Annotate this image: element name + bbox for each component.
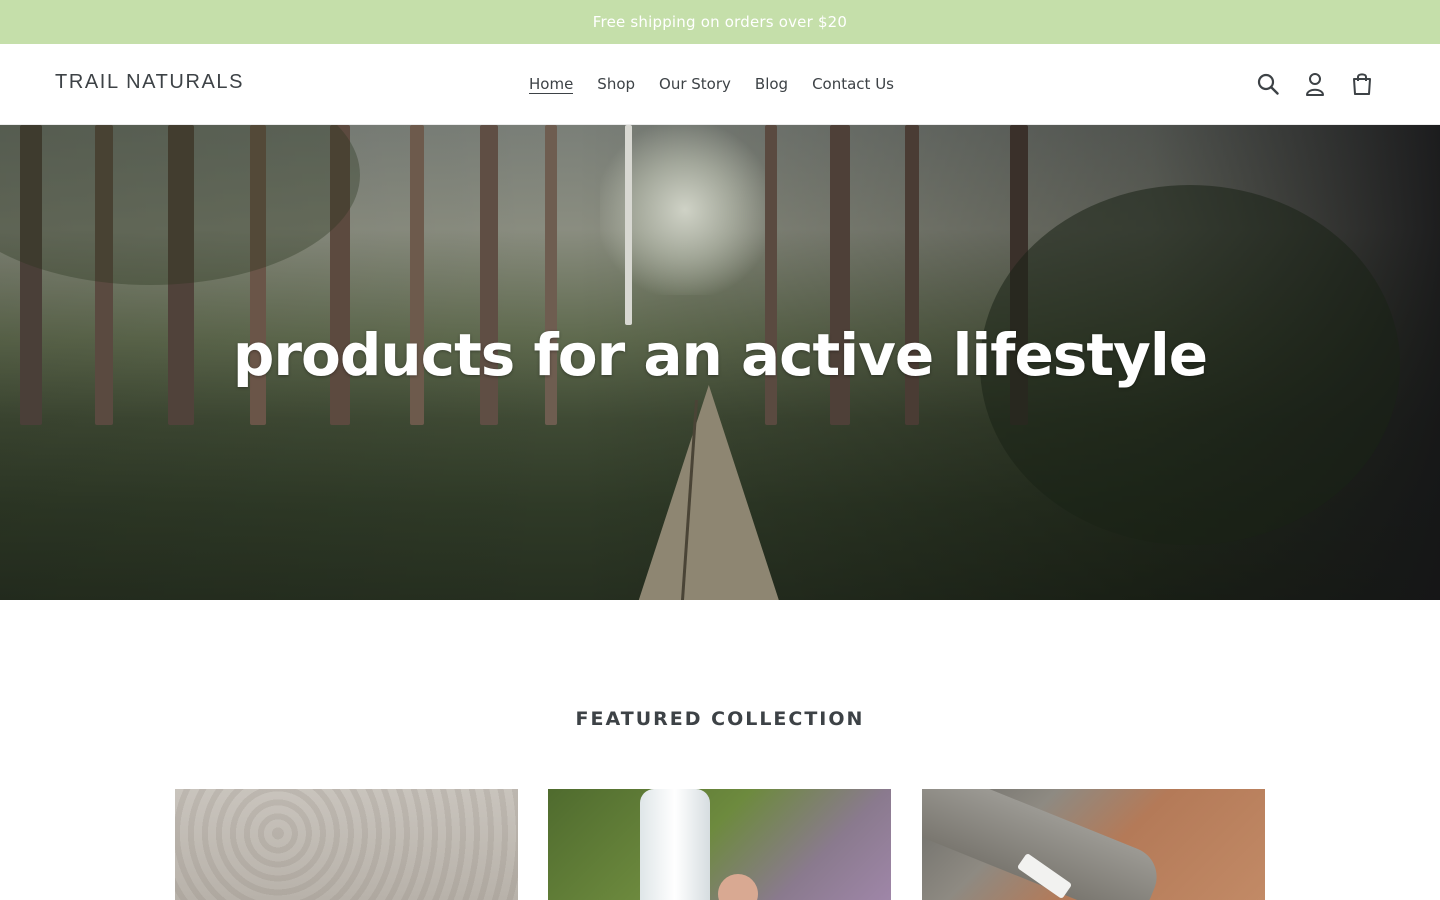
product-card[interactable] bbox=[922, 789, 1265, 900]
main-nav: Home Shop Our Story Blog Contact Us bbox=[517, 73, 906, 95]
nav-item-label: Home bbox=[529, 75, 574, 94]
nav-item-label: Our Story bbox=[659, 75, 731, 93]
header-icons bbox=[1256, 70, 1374, 98]
product-image-detail bbox=[718, 874, 758, 900]
featured-collection-title: FEATURED COLLECTION bbox=[575, 708, 865, 730]
announcement-bar: Free shipping on orders over $20 bbox=[0, 0, 1440, 44]
nav-item-our-story[interactable]: Our Story bbox=[647, 73, 743, 95]
nav-item-shop[interactable]: Shop bbox=[585, 73, 647, 95]
nav-item-contact-us[interactable]: Contact Us bbox=[800, 73, 906, 95]
hero-birch bbox=[625, 125, 632, 325]
nav-item-label: Contact Us bbox=[812, 75, 894, 93]
nav-item-home[interactable]: Home bbox=[517, 73, 585, 95]
nav-item-label: Blog bbox=[754, 75, 789, 93]
nav-item-label: Shop bbox=[597, 75, 636, 93]
announcement-text: Free shipping on orders over $20 bbox=[592, 13, 848, 31]
product-card[interactable] bbox=[548, 789, 891, 900]
hero-banner: products for an active lifestyle bbox=[0, 125, 1440, 600]
product-image bbox=[175, 789, 518, 900]
hero-title: products for an active lifestyle bbox=[232, 321, 1208, 389]
account-icon[interactable] bbox=[1303, 70, 1327, 98]
hero-boardwalk bbox=[638, 385, 779, 600]
hero-foliage bbox=[0, 125, 360, 285]
search-icon[interactable] bbox=[1256, 70, 1280, 98]
site-header: TRAIL NATURALS Home Shop Our Story Blog … bbox=[0, 44, 1440, 125]
product-card[interactable] bbox=[175, 789, 518, 900]
cart-icon[interactable] bbox=[1350, 70, 1374, 98]
site-logo[interactable]: TRAIL NATURALS bbox=[55, 71, 244, 94]
product-image bbox=[640, 789, 710, 900]
nav-item-blog[interactable]: Blog bbox=[743, 73, 800, 95]
